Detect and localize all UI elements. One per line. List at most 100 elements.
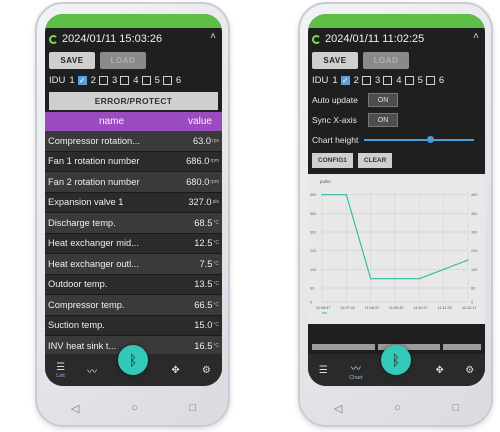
data-point — [418, 278, 420, 280]
row-value: 66.5 °C — [194, 299, 219, 310]
x-tick-label: 11:06:47 — [316, 306, 331, 310]
table-row[interactable]: Discharge temp. 68.5 °C — [45, 213, 222, 234]
table-row[interactable]: Expansion valve 1 327.0 pls — [45, 192, 222, 213]
system-nav: ◁ ○ □ — [308, 396, 485, 420]
home-icon[interactable]: ○ — [394, 402, 401, 414]
status-bar — [45, 14, 222, 28]
chart-area: pulse 0 0 60 60 140 140 220 220 300 300 380 380 460 46… — [308, 174, 485, 324]
idu-label: IDU — [312, 74, 329, 86]
idu-checkbox-3[interactable]: 3 — [112, 75, 130, 86]
nav-chart[interactable]: 〰 Chart — [349, 360, 362, 381]
chevron-up-icon[interactable]: ˄ — [210, 31, 216, 42]
sync-x-toggle[interactable]: ON — [368, 113, 398, 127]
load-button[interactable]: LOAD — [363, 51, 409, 69]
list-icon: ☰ — [318, 364, 328, 376]
status-bar — [308, 14, 485, 28]
row-value: 12.5 °C — [194, 238, 219, 249]
row-value: 13.5 °C — [194, 279, 219, 290]
idu-checkbox-4[interactable]: 4 — [396, 75, 414, 86]
row-value: 327.0 pls — [188, 197, 219, 208]
auto-update-label: Auto update — [312, 95, 358, 105]
idu-checkbox-6[interactable]: 6 — [439, 75, 444, 86]
idu-checkbox-4[interactable]: 4 — [133, 75, 151, 86]
table-row[interactable]: Compressor rotation... 63.0 rps — [45, 131, 222, 152]
row-name: Fan 1 rotation number — [48, 156, 140, 167]
row-name: Outdoor temp. — [48, 279, 108, 290]
nav-chart[interactable]: 〰 — [87, 363, 97, 378]
idu-checkbox-2[interactable]: 2 — [91, 75, 108, 86]
nav-network[interactable]: ✥ — [435, 365, 443, 376]
table-row[interactable]: Outdoor temp. 13.5 °C — [45, 274, 222, 295]
table-row[interactable]: Compressor temp. 66.5 °C — [45, 295, 222, 316]
table-row[interactable]: Suction temp. 15.0 °C — [45, 315, 222, 336]
sync-x-label: Sync X-axis — [312, 115, 357, 125]
column-value: value — [188, 116, 212, 127]
y-tick-label-right: 300 — [471, 231, 477, 235]
save-button[interactable]: SAVE — [49, 51, 95, 69]
y-tick-label-right: 380 — [471, 212, 477, 216]
auto-update-toggle[interactable]: ON — [368, 93, 398, 107]
system-nav: ◁ ○ □ — [45, 396, 222, 420]
data-point — [345, 194, 347, 196]
screen-chart: 2024/01/11 11:02:25 ˄ SAVE LOAD IDU 1 ✓ 2… — [308, 14, 485, 386]
save-button[interactable]: SAVE — [312, 51, 358, 69]
data-point — [467, 259, 469, 261]
row-name: Compressor temp. — [48, 299, 125, 310]
row-value: 68.5 °C — [194, 217, 219, 228]
nav-network[interactable]: ✥ — [171, 365, 179, 376]
load-button[interactable]: LOAD — [100, 51, 146, 69]
home-icon[interactable]: ○ — [131, 402, 138, 414]
screen-list: 2024/01/11 15:03:26 ˄ SAVE LOAD IDU 1 ✓ 2… — [45, 14, 222, 386]
recents-icon[interactable]: □ — [189, 402, 196, 414]
table-row[interactable]: Fan 1 rotation number 686.0 rpm — [45, 151, 222, 172]
chart-icon: 〰 — [350, 363, 361, 375]
network-icon: ✥ — [435, 364, 444, 376]
x-tick-label: 11:09:32 — [389, 306, 404, 310]
chevron-up-icon[interactable]: ˄ — [473, 31, 479, 42]
idu-checkbox-6[interactable]: 6 — [176, 75, 181, 86]
row-value: 15.0 °C — [194, 320, 219, 331]
error-protect-button[interactable]: ERROR/PROTECT — [49, 92, 218, 110]
table-row[interactable]: Heat exchanger mid... 12.5 °C — [45, 233, 222, 254]
table-row[interactable]: Heat exchanger outl... 7.5 °C — [45, 254, 222, 275]
chart-background — [308, 174, 485, 324]
auto-update-row: Auto update ON — [308, 90, 485, 110]
nav-settings[interactable]: ⚙ — [465, 365, 474, 376]
y-tick-label: 0 — [310, 301, 312, 305]
y-axis-label: pulse — [320, 179, 331, 184]
phone-frame-chart: 2024/01/11 11:02:25 ˄ SAVE LOAD IDU 1 ✓ 2… — [298, 2, 493, 427]
idu-checkbox-2[interactable]: 2 — [354, 75, 371, 86]
connection-icon — [49, 34, 58, 44]
row-name: Suction temp. — [48, 320, 105, 331]
idu-checkbox-1[interactable]: 1 ✓ — [69, 75, 87, 86]
config-button[interactable]: CONFIG1 — [312, 153, 353, 168]
y-tick-label-right: 220 — [471, 249, 477, 253]
nav-list[interactable]: ☰ List — [56, 362, 65, 379]
back-icon[interactable]: ◁ — [334, 402, 342, 415]
row-name: INV heat sink t... — [48, 340, 117, 351]
line-chart: pulse 0 0 60 60 140 140 220 220 300 300 380 380 460 46… — [308, 174, 485, 324]
x-tick-label: 11:11:22 — [438, 306, 452, 310]
network-icon: ✥ — [171, 364, 180, 376]
idu-checkbox-3[interactable]: 3 — [375, 75, 393, 86]
recents-icon[interactable]: □ — [452, 402, 459, 414]
table-row[interactable]: Fan 2 rotation number 680.0 rpm — [45, 172, 222, 193]
idu-label: IDU — [49, 74, 66, 86]
idu-checkbox-1[interactable]: 1 ✓ — [332, 75, 350, 86]
data-point — [394, 278, 396, 280]
row-name: Expansion valve 1 — [48, 197, 124, 208]
chart-height-slider[interactable] — [364, 136, 475, 143]
bluetooth-button[interactable]: ᛒ — [118, 345, 148, 375]
idu-checkbox-5[interactable]: 5 — [418, 75, 435, 86]
column-name: name — [98, 116, 124, 127]
y-tick-label: 60 — [310, 287, 314, 291]
nav-settings[interactable]: ⚙ — [202, 365, 211, 376]
idu-checkbox-5[interactable]: 5 — [155, 75, 172, 86]
back-icon[interactable]: ◁ — [71, 402, 79, 415]
bluetooth-button[interactable]: ᛒ — [381, 345, 411, 375]
slider-knob[interactable] — [427, 136, 435, 143]
phone-frame-list: 2024/01/11 15:03:26 ˄ SAVE LOAD IDU 1 ✓ 2… — [35, 2, 230, 427]
chart-height-label: Chart height — [312, 135, 359, 145]
nav-list[interactable]: ☰ — [319, 365, 328, 376]
clear-button[interactable]: CLEAR — [357, 153, 393, 168]
